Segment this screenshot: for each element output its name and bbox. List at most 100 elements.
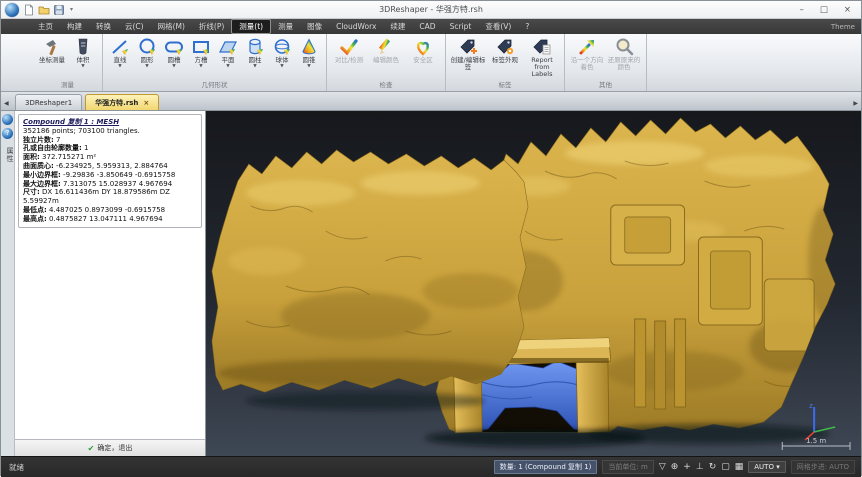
line-button[interactable]: 直线 ▼ [107, 37, 133, 69]
lowest-point: 最低点: 4.487025 0.8973099 -0.6915758 [23, 206, 197, 215]
hammer-icon [42, 37, 62, 57]
menu-tab-extension[interactable]: 续建 [383, 20, 412, 33]
restore-colors-button[interactable]: 还原原来的颜色 [606, 37, 642, 71]
round-slot-caret-icon[interactable]: ▼ [172, 64, 175, 69]
tag-gear-icon [495, 37, 515, 57]
viewport-3d[interactable]: z 1.5 m [206, 111, 861, 456]
cone-caret-icon[interactable]: ▼ [307, 64, 310, 69]
edit-colors-icon [376, 37, 396, 57]
label-appearance-button[interactable]: 标签外观 [487, 37, 523, 64]
tab-close-icon[interactable]: × [143, 99, 149, 107]
magnifier-icon [614, 37, 634, 57]
circle-button[interactable]: 圆形 ▼ [134, 37, 160, 69]
select-rectangle-icon[interactable]: ▢ [721, 463, 730, 472]
cylinder-button[interactable]: 圆柱 ▼ [242, 37, 268, 69]
menu-tab-polyline[interactable]: 折线(P) [192, 20, 231, 33]
grid-step-indicator: 网格步进: AUTO [791, 460, 855, 474]
grid-icon[interactable]: ▦ [735, 463, 744, 472]
create-edit-label-button[interactable]: 创建/编辑标签 [450, 37, 486, 71]
filter-icon[interactable]: ▽ [659, 463, 666, 472]
3dreshaper-window: { "window": { "title": "3DReshaper - 华强方… [0, 0, 862, 476]
coordinate-measure-button[interactable]: 坐标测量 [37, 37, 67, 64]
ribbon-group-other: 沿一个方向着色 还原原来的颜色 其他 [565, 34, 647, 91]
beaker-icon [73, 37, 93, 57]
side-tab-strip: ? 属性 [1, 111, 15, 456]
ground-shadow [590, 424, 829, 444]
color-along-direction-button[interactable]: 沿一个方向着色 [569, 37, 605, 71]
plane-button[interactable]: 平面 ▼ [215, 37, 241, 69]
line-caret-icon[interactable]: ▼ [118, 64, 121, 69]
close-button[interactable]: × [844, 5, 851, 15]
theme-selector[interactable]: Theme [831, 23, 855, 31]
rotate-view-icon[interactable]: ↻ [709, 463, 717, 472]
move-icon[interactable]: + [683, 463, 691, 472]
volume-caret-icon[interactable]: ▼ [81, 64, 84, 69]
menu-tab-home[interactable]: 主页 [31, 20, 60, 33]
menu-tab-help[interactable]: ? [518, 21, 536, 32]
points-triangles: 352186 points; 703100 triangles. [23, 127, 197, 136]
round-slot-icon [164, 37, 184, 57]
main-area: ? 属性 Compound 复制 1 : MESH 352186 points;… [1, 111, 861, 456]
color-direction-icon [577, 37, 597, 57]
doc-tab-3dreshaper1[interactable]: 3DReshaper1 [15, 94, 82, 110]
dimensions: 尺寸: DX 16.611436m DY 18.879586m DZ 5.599… [23, 188, 197, 206]
z-axis-icon[interactable]: ⊥ [696, 463, 704, 472]
mesh-title: Compound 复制 1 : MESH [23, 118, 197, 127]
reshaper-ball-icon[interactable] [2, 114, 13, 125]
cone-button[interactable]: 圆锥 ▼ [296, 37, 322, 69]
compare-inspect-button[interactable]: 对比/检测 [331, 37, 367, 64]
ribbon-group-label: 测量 [33, 78, 102, 91]
square-slot-button[interactable]: 方槽 ▼ [188, 37, 214, 69]
tab-scroll-left-icon[interactable]: ◀ [4, 100, 9, 107]
sphere-icon [272, 37, 292, 57]
line-icon [110, 37, 130, 57]
confirm-exit-button[interactable]: ✔ 确定，退出 [15, 439, 205, 456]
plane-caret-icon[interactable]: ▼ [226, 64, 229, 69]
report-from-labels-button[interactable]: Report from Labels [524, 37, 560, 78]
menu-tab-measure2[interactable]: 测量 [271, 20, 300, 33]
bbox-min: 最小边界框: -9.29836 -3.850649 -0.6915758 [23, 171, 197, 180]
safety-zone-button[interactable]: 安全区 [405, 37, 441, 64]
menu-tab-view[interactable]: 查看(V) [478, 20, 518, 33]
sphere-caret-icon[interactable]: ▼ [280, 64, 283, 69]
current-unit: 当前单位: m [602, 460, 653, 474]
menu-tab-cloud[interactable]: 云(C) [118, 20, 151, 33]
green-check-icon: ✔ [88, 444, 95, 453]
ribbon-group-labels: 创建/编辑标签 标签外观 Report from Labels 标签 [446, 34, 565, 91]
round-slot-button[interactable]: 圆槽 ▼ [161, 37, 187, 69]
title-bar: ▾ 3DReshaper - 华强方特.rsh – □ × [1, 1, 861, 19]
menu-tab-cloudworx[interactable]: CloudWorx [329, 21, 383, 32]
tag-plus-icon [458, 37, 478, 57]
square-slot-caret-icon[interactable]: ▼ [199, 64, 202, 69]
minimize-button[interactable]: – [800, 5, 804, 15]
menu-tab-mesh[interactable]: 网格(M) [151, 20, 192, 33]
document-tab-bar: ◀ 3DReshaper1 华强方特.rsh × ▶ [1, 92, 861, 111]
tab-scroll-right-icon[interactable]: ▶ [853, 100, 858, 107]
doc-tab-huaqiangfangte[interactable]: 华强方特.rsh × [85, 94, 159, 110]
z-axis-label: z [809, 402, 813, 410]
menu-tab-cad[interactable]: CAD [412, 21, 442, 32]
edit-colors-button[interactable]: 编辑颜色 [368, 37, 404, 64]
properties-tab[interactable]: 属性 [1, 147, 15, 163]
volume-button[interactable]: 体积 ▼ [68, 37, 98, 69]
menu-tab-transform[interactable]: 转换 [89, 20, 118, 33]
help-icon[interactable]: ? [2, 128, 13, 139]
menu-tab-construct[interactable]: 构建 [60, 20, 89, 33]
menu-tab-image[interactable]: 图像 [300, 20, 329, 33]
menu-tab-script[interactable]: Script [443, 21, 479, 32]
ribbon-group-label: 标签 [446, 78, 564, 91]
ribbon-group-label: 几何形状 [103, 78, 326, 91]
zoom-icon[interactable]: ⊕ [671, 463, 679, 472]
area: 面积: 372.715271 m² [23, 153, 197, 162]
window-title: 3DReshaper - 华强方特.rsh [1, 4, 861, 15]
auto-dropdown[interactable]: AUTO ▾ [748, 461, 785, 473]
properties-panel: Compound 复制 1 : MESH 352186 points; 7031… [15, 111, 206, 456]
cylinder-caret-icon[interactable]: ▼ [253, 64, 256, 69]
sphere-button[interactable]: 球体 ▼ [269, 37, 295, 69]
tag-report-icon [532, 37, 552, 57]
ribbon-group-label: 检查 [327, 78, 445, 91]
menu-tab-measure-active[interactable]: 测量(t) [231, 19, 271, 34]
ribbon-toolbar: 坐标测量 体积 ▼ 测量 直线 ▼ 圆形 ▼ 圆槽 [1, 34, 861, 92]
maximize-button[interactable]: □ [820, 5, 828, 15]
circle-caret-icon[interactable]: ▼ [145, 64, 148, 69]
